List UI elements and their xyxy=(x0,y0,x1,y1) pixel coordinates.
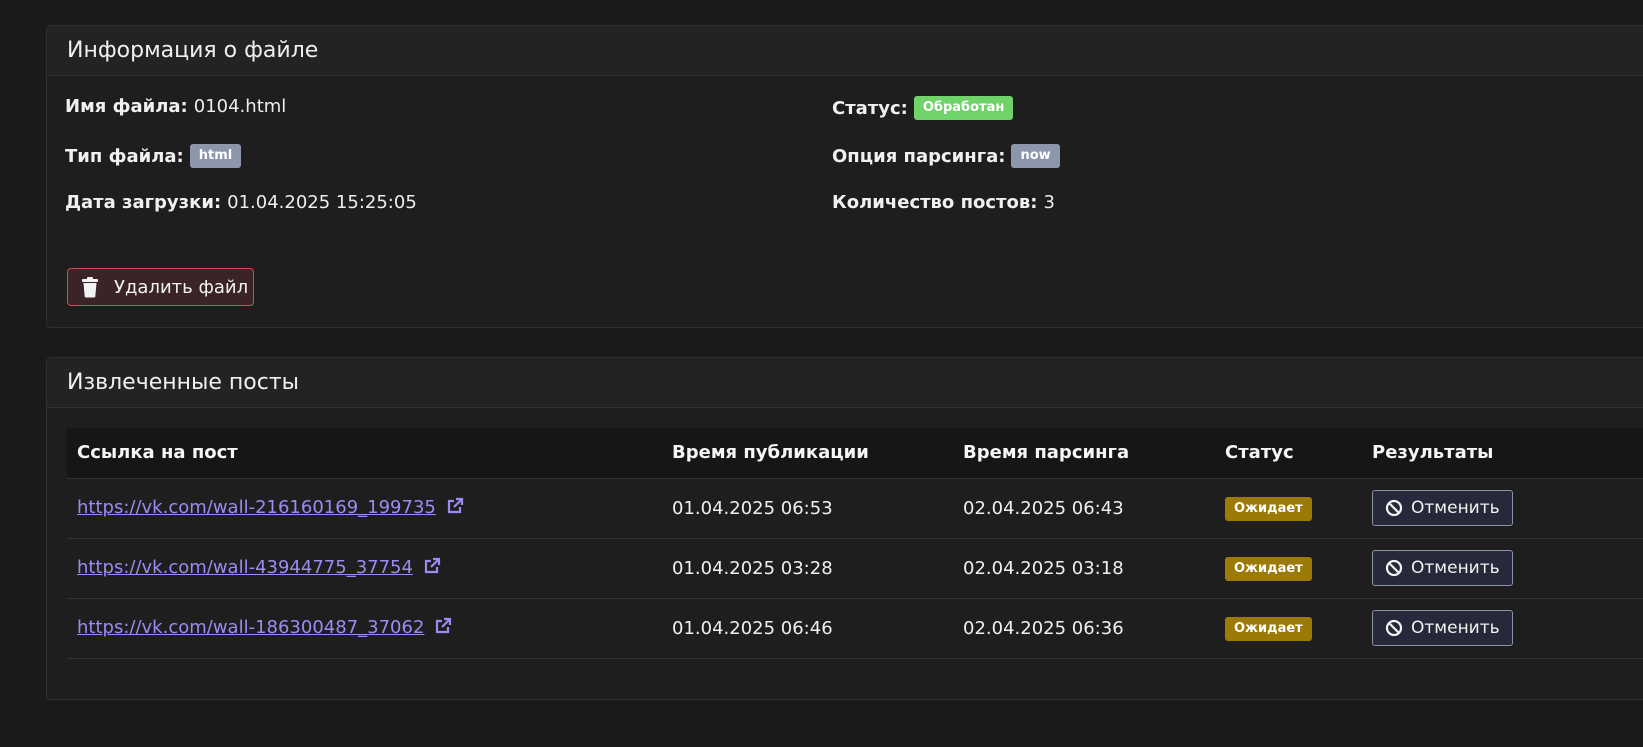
column-header-status: Статус xyxy=(1215,428,1362,479)
results-cell: Отменить xyxy=(1362,538,1643,599)
parse-option-badge: now xyxy=(1011,144,1060,168)
parsed-time: 02.04.2025 06:43 xyxy=(953,478,1215,539)
ban-icon xyxy=(1385,619,1403,637)
cancel-button[interactable]: Отменить xyxy=(1372,610,1513,646)
parse-option-label: Опция парсинга: xyxy=(832,145,1006,167)
upload-date-row: Дата загрузки: 01.04.2025 15:25:05 xyxy=(65,192,417,213)
ban-icon xyxy=(1385,499,1403,517)
upload-date-label: Дата загрузки: xyxy=(65,192,222,213)
published-time: 01.04.2025 03:28 xyxy=(662,538,953,599)
post-link-cell: https://vk.com/wall-186300487_37062 xyxy=(67,598,662,659)
file-info-header: Информация о файле xyxy=(47,26,1643,76)
posts-table: Ссылка на пост Время публикации Время па… xyxy=(67,428,1643,659)
post-link-cell: https://vk.com/wall-43944775_37754 xyxy=(67,538,662,599)
post-link[interactable]: https://vk.com/wall-43944775_37754 xyxy=(77,557,413,578)
file-type-badge: html xyxy=(189,144,242,168)
post-link[interactable]: https://vk.com/wall-216160169_199735 xyxy=(77,497,436,518)
file-type-row: Тип файла: html xyxy=(65,144,242,168)
posts-count-value: 3 xyxy=(1043,192,1055,213)
cancel-button[interactable]: Отменить xyxy=(1372,550,1513,586)
file-name-label: Имя файла: xyxy=(65,96,188,117)
published-time: 01.04.2025 06:53 xyxy=(662,478,953,539)
cancel-button[interactable]: Отменить xyxy=(1372,490,1513,526)
posts-count-row: Количество постов: 3 xyxy=(832,192,1055,213)
file-info-title: Информация о файле xyxy=(67,38,319,63)
posts-card: Извлеченные посты Ссылка на пост Время п… xyxy=(46,357,1643,700)
file-name-value: 0104.html xyxy=(193,96,287,117)
status-cell: Ожидает xyxy=(1215,538,1362,599)
results-cell: Отменить xyxy=(1362,478,1643,539)
posts-header: Извлеченные посты xyxy=(47,358,1643,408)
column-header-link: Ссылка на пост xyxy=(67,428,662,479)
trash-icon xyxy=(80,276,100,298)
status-cell: Ожидает xyxy=(1215,478,1362,539)
status-badge: Ожидает xyxy=(1225,556,1312,581)
external-link-icon[interactable] xyxy=(423,557,441,580)
table-row: https://vk.com/wall-43944775_37754 01.04… xyxy=(67,538,1643,599)
external-link-icon[interactable] xyxy=(434,617,452,640)
parsed-time: 02.04.2025 06:36 xyxy=(953,598,1215,659)
external-link-icon[interactable] xyxy=(446,497,464,520)
delete-file-button[interactable]: Удалить файл xyxy=(67,268,254,306)
file-type-label: Тип файла: xyxy=(65,145,184,167)
table-row: https://vk.com/wall-216160169_199735 01.… xyxy=(67,478,1643,539)
ban-icon xyxy=(1385,559,1403,577)
status-badge: Ожидает xyxy=(1225,616,1312,641)
posts-title: Извлеченные посты xyxy=(67,370,300,395)
column-header-published: Время публикации xyxy=(662,428,953,479)
parsed-time: 02.04.2025 03:18 xyxy=(953,538,1215,599)
results-cell: Отменить xyxy=(1362,598,1643,659)
table-header-row: Ссылка на пост Время публикации Время па… xyxy=(67,428,1643,479)
parse-option-row: Опция парсинга: now xyxy=(832,144,1060,168)
status-badge: Ожидает xyxy=(1225,496,1312,521)
cancel-label: Отменить xyxy=(1411,618,1500,638)
file-name-row: Имя файла: 0104.html xyxy=(65,96,286,117)
upload-date-value: 01.04.2025 15:25:05 xyxy=(227,192,417,213)
column-header-results: Результаты xyxy=(1362,428,1643,479)
posts-count-label: Количество постов: xyxy=(832,192,1038,213)
status-label: Статус: xyxy=(832,97,908,119)
file-info-card: Информация о файле Имя файла: 0104.html … xyxy=(46,25,1643,328)
post-link[interactable]: https://vk.com/wall-186300487_37062 xyxy=(77,617,424,638)
table-row: https://vk.com/wall-186300487_37062 01.0… xyxy=(67,598,1643,659)
status-cell: Ожидает xyxy=(1215,598,1362,659)
cancel-label: Отменить xyxy=(1411,558,1500,578)
post-link-cell: https://vk.com/wall-216160169_199735 xyxy=(67,478,662,539)
file-status-badge: Обработан xyxy=(913,96,1014,120)
column-header-parsed: Время парсинга xyxy=(953,428,1215,479)
cancel-label: Отменить xyxy=(1411,498,1500,518)
delete-file-label: Удалить файл xyxy=(114,276,249,298)
published-time: 01.04.2025 06:46 xyxy=(662,598,953,659)
status-row: Статус: Обработан xyxy=(832,96,1014,120)
